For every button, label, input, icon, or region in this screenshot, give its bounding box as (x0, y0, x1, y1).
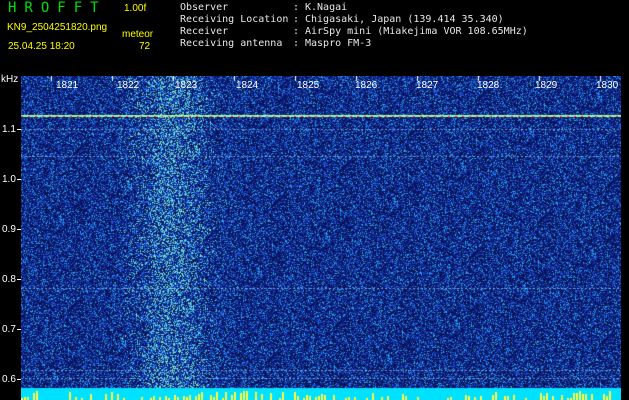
info-row-location: Receiving Location: Chigasaki, Japan (139… (180, 14, 528, 26)
info-value: Maspro FM-3 (305, 38, 372, 49)
y-tick-label: 0.9 (2, 224, 16, 235)
x-tick-label: 1830 (596, 80, 619, 91)
observation-info: Observer: K.Nagai Receiving Location: Chig… (180, 2, 528, 50)
x-tick-label: 1823 (175, 80, 198, 91)
app-title: HROFFT (8, 0, 107, 16)
info-row-antenna: Receiving antenna: Maspro FM-3 (180, 38, 528, 50)
info-value: AirSpy mini (Miakejima VOR 108.65MHz) (305, 26, 528, 37)
info-label: Receiving Location (180, 14, 289, 25)
info-row-receiver: Receiver: AirSpy mini (Miakejima VOR 108.… (180, 26, 528, 38)
x-tick-label: 1828 (477, 80, 500, 91)
spectrogram-plot (21, 76, 621, 400)
x-tick-label: 1822 (117, 80, 140, 91)
info-label: Receiving antenna (180, 38, 283, 49)
datetime-label: 25.04.25 18:20 (8, 41, 75, 52)
y-axis-unit: kHz (1, 74, 19, 85)
info-label: Observer (180, 2, 229, 13)
info-separator: : (293, 38, 300, 49)
y-tick-label: 0.8 (2, 274, 16, 285)
x-tick-label: 1821 (56, 80, 79, 91)
y-tick-label: 1.1 (2, 124, 16, 135)
filename-label: KN9_2504251820.png (7, 22, 108, 33)
x-tick-label: 1827 (416, 80, 439, 91)
info-value: Chigasaki, Japan (139.414 35.340) (305, 14, 504, 25)
spectrogram-canvas (21, 76, 621, 400)
info-row-observer: Observer: K.Nagai (180, 2, 528, 14)
y-tick-label: 0.7 (2, 324, 16, 335)
info-separator: : (293, 26, 300, 37)
header-panel: HROFFT 1.00f KN9_2504251820.png meteor 2… (0, 0, 629, 76)
y-tick-label: 1.0 (2, 174, 16, 185)
info-value: K.Nagai (305, 2, 348, 13)
y-tick-label: 0.6 (2, 374, 16, 385)
info-label: Receiver (180, 26, 229, 37)
x-tick-label: 1829 (535, 80, 558, 91)
x-tick-label: 1824 (236, 80, 259, 91)
info-separator: : (293, 2, 300, 13)
info-separator: : (293, 14, 300, 25)
count-label: 72 (139, 41, 151, 52)
source-label: meteor (122, 29, 154, 40)
x-tick-label: 1826 (355, 80, 378, 91)
version-label: 1.00f (124, 3, 147, 14)
x-tick-label: 1825 (297, 80, 320, 91)
